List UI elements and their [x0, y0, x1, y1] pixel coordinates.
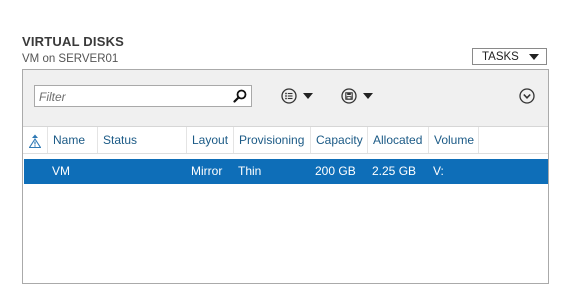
- column-header-layout[interactable]: Layout: [186, 127, 232, 153]
- warning-sort-icon: [29, 134, 41, 148]
- cell-provisioning: Thin: [238, 164, 262, 178]
- search-icon[interactable]: [233, 89, 247, 103]
- column-header-allocated[interactable]: Allocated: [367, 127, 428, 153]
- cell-layout: Mirror: [191, 164, 223, 178]
- column-header-capacity[interactable]: Capacity: [310, 127, 367, 153]
- cell-status: [97, 159, 102, 184]
- save-query-button[interactable]: [341, 87, 373, 105]
- column-header-name[interactable]: Name: [47, 127, 97, 153]
- list-options-icon: [281, 88, 297, 104]
- column-header-volume[interactable]: Volume: [428, 127, 479, 153]
- tasks-dropdown-button[interactable]: TASKS: [472, 48, 547, 65]
- column-header-provisioning[interactable]: Provisioning: [233, 127, 310, 153]
- filter-box: [34, 85, 252, 108]
- toolbar: [23, 70, 548, 127]
- chevron-down-icon: [303, 93, 313, 99]
- page-subtitle: VM on SERVER01: [22, 53, 119, 65]
- save-query-icon: [341, 88, 357, 104]
- virtual-disks-panel: Name Status Layout Provisioning Capacity…: [22, 69, 549, 284]
- page-title: VIRTUAL DISKS: [22, 34, 125, 49]
- column-header-status[interactable]: Status: [97, 127, 187, 153]
- cell-volume: V:: [433, 164, 444, 178]
- table-row[interactable]: VM Mirror Thin 200 GB 2.25 GB V:: [24, 159, 548, 184]
- chevron-down-icon: [529, 54, 539, 60]
- table-header: Name Status Layout Provisioning Capacity…: [23, 127, 548, 154]
- filter-input[interactable]: [35, 86, 231, 108]
- warning-column-header[interactable]: [23, 127, 47, 153]
- cell-name: VM: [52, 164, 70, 178]
- cell-allocated: 2.25 GB: [372, 164, 417, 178]
- list-options-button[interactable]: [281, 87, 313, 105]
- tasks-label: TASKS: [482, 50, 519, 63]
- chevron-down-icon: [363, 93, 373, 99]
- expand-icon[interactable]: [519, 88, 535, 104]
- cell-capacity: 200 GB: [315, 164, 356, 178]
